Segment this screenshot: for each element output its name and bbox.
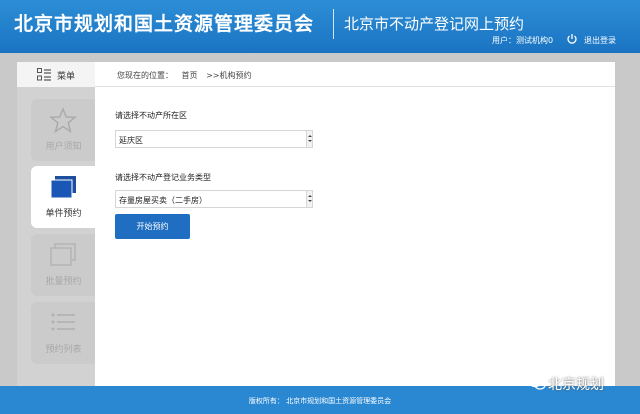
single-booking-icon: [50, 176, 76, 199]
sidebar-item-label: 批量预约: [45, 277, 82, 287]
watermark-text: 北京规划: [548, 377, 604, 393]
district-select-value: 延庆区: [119, 136, 143, 145]
top-header: 北京市规划和国土资源管理委员会 北京市不动产登记网上预约 用户：测试机构0 退出…: [0, 0, 640, 53]
menu-label: 菜单: [57, 72, 76, 82]
sidebar-item-single-booking[interactable]: 单件预约: [31, 166, 96, 228]
breadcrumb-current: >>机构预约: [206, 71, 252, 80]
system-title: 北京市不动产登记网上预约: [344, 15, 525, 33]
menu-icon: [37, 68, 51, 81]
sidebar-item-label: 单件预约: [45, 209, 82, 219]
watermark: 北京规划: [528, 372, 628, 394]
breadcrumb-home-link[interactable]: 首页: [182, 71, 198, 80]
district-select[interactable]: 延庆区: [115, 130, 313, 148]
star-icon: [49, 107, 77, 133]
batch-booking-icon: [50, 243, 76, 266]
breadcrumb-prefix: 您现在的位置：: [117, 71, 173, 80]
main-panel: 您现在的位置： 首页 >>机构预约 请选择不动产所在区 延庆区 请选择不动产登记…: [95, 62, 615, 386]
district-label: 请选择不动产所在区: [115, 111, 187, 120]
business-type-label: 请选择不动产登记业务类型: [115, 173, 211, 182]
sidebar-item-label: 用户须知: [45, 142, 82, 152]
sidebar-item-booking-list[interactable]: 预约列表: [31, 302, 96, 364]
sidebar-item-user-notice[interactable]: 用户须知: [31, 99, 96, 161]
sidebar-item-label: 预约列表: [45, 345, 82, 355]
power-icon[interactable]: [566, 33, 578, 45]
org-title: 北京市规划和国土资源管理委员会: [14, 13, 315, 35]
current-user-label: 用户：测试机构0: [492, 36, 554, 45]
business-type-select[interactable]: 存量房屋买卖（二手房）: [115, 190, 313, 208]
menu-toggle[interactable]: 菜单: [17, 62, 95, 87]
start-booking-button[interactable]: 开始预约: [115, 214, 190, 239]
sidebar-item-batch-booking[interactable]: 批量预约: [31, 234, 96, 296]
copyright-text: 版权所有： 北京市规划和国土资源管理委员会: [248, 397, 392, 405]
business-type-select-value: 存量房屋买卖（二手房）: [119, 196, 207, 205]
logout-link[interactable]: 退出登录: [584, 35, 616, 46]
select-arrow-icon: [306, 191, 312, 207]
breadcrumb: 您现在的位置： 首页 >>机构预约: [95, 62, 615, 87]
sidebar: 菜单 用户须知 单件预约 批量预约 预约列表: [17, 62, 96, 386]
header-divider: [333, 9, 334, 39]
select-arrow-icon: [306, 131, 312, 147]
list-icon: [51, 313, 75, 331]
wechat-icon: [528, 375, 546, 390]
